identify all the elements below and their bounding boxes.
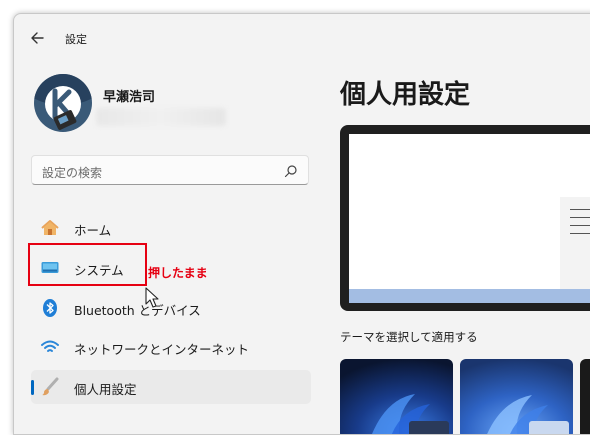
- theme-mini-window: [529, 421, 569, 434]
- network-icon: [41, 340, 59, 352]
- theme-tile[interactable]: [460, 359, 573, 434]
- annotation-highlight-box: [28, 243, 147, 286]
- annotation-label: 押したまま: [148, 266, 208, 280]
- page-title: 個人用設定: [340, 80, 471, 110]
- theme-tile[interactable]: [340, 359, 453, 434]
- theme-tile[interactable]: [580, 359, 590, 434]
- nav-label: ホーム: [74, 223, 112, 238]
- back-button[interactable]: [28, 28, 48, 48]
- preview-window: [560, 197, 590, 289]
- profile-name: 早瀬浩司: [103, 90, 156, 105]
- brush-icon: [42, 377, 59, 396]
- theme-section-label: テーマを選択して適用する: [340, 330, 478, 344]
- search-placeholder: 設定の検索: [42, 166, 103, 180]
- preview-screen: [349, 134, 590, 303]
- nav-label: Bluetooth とデバイス: [74, 303, 201, 318]
- nav-item-network[interactable]: ネットワークとインターネット: [31, 330, 311, 364]
- nav-label: 個人用設定: [74, 382, 137, 397]
- avatar[interactable]: [33, 73, 93, 133]
- search-icon: [284, 165, 297, 178]
- title-bar: 設定: [14, 14, 590, 60]
- back-arrow-icon: [31, 32, 44, 44]
- profile-email-blurred: [96, 108, 226, 126]
- bluetooth-icon: [43, 299, 57, 317]
- home-icon: [41, 220, 59, 235]
- window-title: 設定: [65, 33, 87, 46]
- search-input[interactable]: 設定の検索: [31, 155, 309, 185]
- theme-mini-window: [409, 421, 449, 434]
- nav-label: ネットワークとインターネット: [74, 342, 250, 357]
- nav-item-bluetooth[interactable]: Bluetooth とデバイス: [31, 291, 311, 325]
- settings-window: 設定 早瀬浩司 設定の検索 ホーム システム Bluetooth とデバイス ネ…: [13, 13, 590, 435]
- selected-indicator: [31, 380, 34, 395]
- preview-taskbar: [349, 289, 590, 303]
- theme-wallpaper-image: [580, 359, 590, 434]
- theme-preview: [340, 125, 590, 311]
- nav-item-home[interactable]: ホーム: [31, 211, 311, 245]
- mouse-cursor-icon: [145, 287, 159, 308]
- nav-item-personalization[interactable]: 個人用設定: [31, 370, 311, 404]
